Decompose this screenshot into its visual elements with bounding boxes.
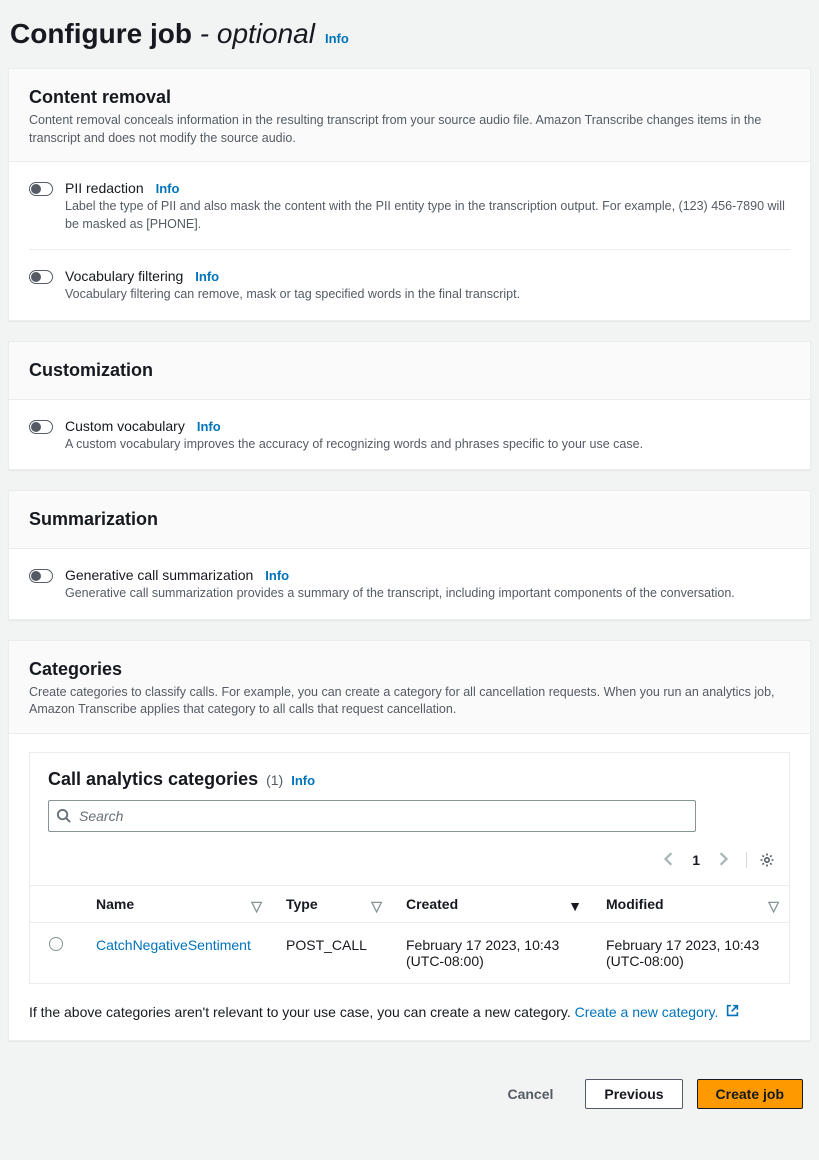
custom-vocab-description: A custom vocabulary improves the accurac… (65, 436, 790, 454)
categories-panel: Categories Create categories to classify… (8, 640, 811, 1041)
categories-title: Categories (29, 659, 790, 680)
categories-table-title: Call analytics categories (48, 769, 258, 790)
create-job-button[interactable]: Create job (697, 1079, 803, 1109)
col-created[interactable]: Created ▼ (392, 885, 592, 922)
col-type[interactable]: Type ▽ (272, 885, 392, 922)
vocab-filtering-row: Vocabulary filtering Info Vocabulary fil… (29, 249, 790, 320)
categories-count: (1) (266, 772, 283, 788)
row-name-link[interactable]: CatchNegativeSentiment (96, 937, 251, 953)
page-prev-icon[interactable] (660, 850, 678, 871)
footer-actions: Cancel Previous Create job (8, 1061, 811, 1127)
customization-header: Customization (9, 342, 810, 400)
content-removal-description: Content removal conceals information in … (29, 112, 790, 147)
pii-redaction-label: PII redaction (65, 180, 144, 196)
row-radio[interactable] (49, 937, 63, 951)
categories-table-container: Call analytics categories (1) Info 1 (29, 752, 790, 984)
content-removal-panel: Content removal Content removal conceals… (8, 68, 811, 321)
gen-summarization-row: Generative call summarization Info Gener… (29, 549, 790, 619)
pii-redaction-row: PII redaction Info Label the type of PII… (29, 162, 790, 249)
content-removal-title: Content removal (29, 87, 790, 108)
page-title: Configure job - optional (10, 18, 315, 50)
page-next-icon[interactable] (714, 850, 732, 871)
categories-header: Categories Create categories to classify… (9, 641, 810, 734)
vocab-filtering-label: Vocabulary filtering (65, 268, 183, 284)
pii-redaction-toggle[interactable] (29, 182, 53, 196)
page-title-optional: - optional (200, 18, 315, 49)
previous-button[interactable]: Previous (585, 1079, 682, 1109)
row-modified: February 17 2023, 10:43 (UTC-08:00) (592, 922, 789, 983)
categories-description: Create categories to classify calls. For… (29, 684, 790, 719)
gen-summarization-description: Generative call summarization provides a… (65, 585, 790, 603)
gen-summarization-toggle[interactable] (29, 569, 53, 583)
pii-redaction-description: Label the type of PII and also mask the … (65, 198, 790, 233)
gen-summarization-label: Generative call summarization (65, 567, 253, 583)
summarization-panel: Summarization Generative call summarizat… (8, 490, 811, 620)
page-info-link[interactable]: Info (325, 31, 349, 46)
col-select (30, 885, 82, 922)
customization-title: Customization (29, 360, 790, 381)
gen-summarization-info[interactable]: Info (265, 568, 289, 583)
summarization-title: Summarization (29, 509, 790, 530)
summarization-header: Summarization (9, 491, 810, 549)
custom-vocab-label: Custom vocabulary (65, 418, 185, 434)
sort-icon: ▽ (768, 898, 779, 915)
page-number: 1 (692, 852, 700, 868)
settings-gear-icon[interactable] (746, 852, 775, 868)
row-type: POST_CALL (272, 922, 392, 983)
vocab-filtering-description: Vocabulary filtering can remove, mask or… (65, 286, 790, 304)
custom-vocab-info[interactable]: Info (197, 419, 221, 434)
custom-vocab-toggle[interactable] (29, 420, 53, 434)
vocab-filtering-info[interactable]: Info (195, 269, 219, 284)
page-title-row: Configure job - optional Info (10, 18, 811, 50)
pii-redaction-info[interactable]: Info (156, 181, 180, 196)
customization-panel: Customization Custom vocabulary Info A c… (8, 341, 811, 471)
note-text: If the above categories aren't relevant … (29, 1004, 575, 1020)
col-name[interactable]: Name ▽ (82, 885, 272, 922)
cancel-button[interactable]: Cancel (489, 1080, 571, 1108)
categories-search-input[interactable] (48, 800, 696, 832)
categories-table: Name ▽ Type ▽ Created ▼ Modified (30, 885, 789, 983)
create-category-link[interactable]: Create a new category. (575, 1004, 719, 1020)
col-modified[interactable]: Modified ▽ (592, 885, 789, 922)
row-created: February 17 2023, 10:43 (UTC-08:00) (392, 922, 592, 983)
vocab-filtering-toggle[interactable] (29, 270, 53, 284)
content-removal-header: Content removal Content removal conceals… (9, 69, 810, 162)
categories-note: If the above categories aren't relevant … (9, 1000, 810, 1040)
sort-active-icon: ▼ (568, 898, 582, 914)
page-title-main: Configure job (10, 18, 200, 49)
custom-vocab-row: Custom vocabulary Info A custom vocabula… (29, 400, 790, 470)
table-row: CatchNegativeSentiment POST_CALL Februar… (30, 922, 789, 983)
sort-icon: ▽ (371, 898, 382, 915)
external-link-icon (726, 1004, 739, 1020)
categories-table-info[interactable]: Info (291, 773, 315, 788)
sort-icon: ▽ (251, 898, 262, 915)
